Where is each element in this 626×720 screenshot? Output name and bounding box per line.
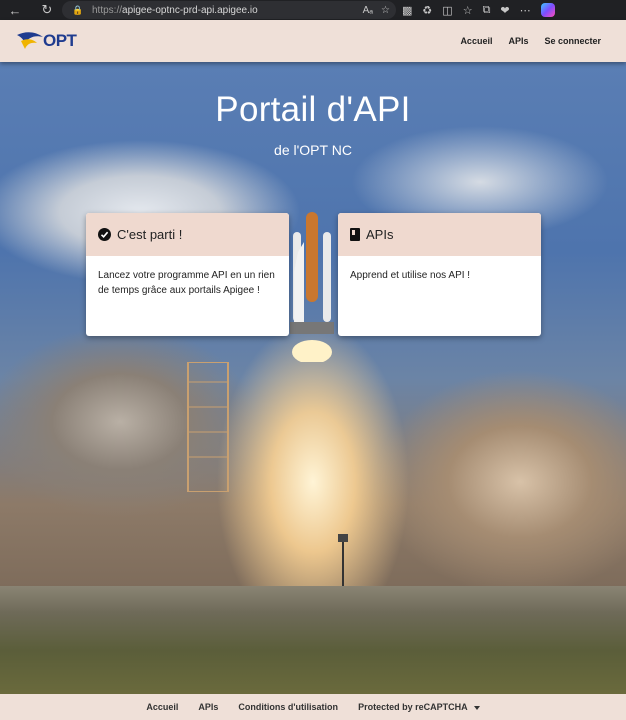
performance-icon[interactable]: ❤ — [500, 4, 509, 17]
favorites-bar-icon[interactable]: ☆ — [463, 4, 473, 17]
logo-text: OPT — [43, 31, 77, 50]
recaptcha-toggle[interactable]: Protected by reCAPTCHA — [358, 702, 480, 712]
card-body: Apprend et utilise nos API ! — [350, 270, 471, 281]
space-shuttle-image — [290, 212, 334, 362]
opt-logo[interactable]: OPT — [15, 29, 83, 55]
url-host: apigee-optnc-prd-api.apigee.io — [122, 4, 258, 16]
light-pole-image — [338, 534, 348, 594]
nav-accueil[interactable]: Accueil — [460, 36, 492, 46]
favorite-icon[interactable]: ☆ — [381, 5, 390, 16]
site-footer: Accueil APIs Conditions d'utilisation Pr… — [0, 694, 626, 720]
launch-pad-ground — [0, 586, 626, 694]
card-title[interactable]: APIs — [366, 227, 393, 242]
footer-link-accueil[interactable]: Accueil — [146, 702, 178, 712]
card-header: APIs — [338, 213, 541, 256]
card-apis[interactable]: APIs Apprend et utilise nos API ! — [338, 213, 541, 336]
card-header: C'est parti ! — [86, 213, 289, 256]
lock-icon[interactable]: 🔒 — [72, 5, 86, 16]
recaptcha-label: Protected by reCAPTCHA — [358, 702, 468, 712]
nav-apis[interactable]: APIs — [508, 36, 528, 46]
browser-toolbar: ← ↻ 🔒 https://apigee-optnc-prd-api.apige… — [0, 0, 626, 20]
site-header: OPT Accueil APIs Se connecter — [0, 20, 626, 62]
launch-tower-image — [187, 362, 229, 492]
bird-logo-icon — [17, 32, 43, 49]
main-nav: Accueil APIs Se connecter — [460, 20, 601, 62]
footer-link-apis[interactable]: APIs — [198, 702, 218, 712]
card-title[interactable]: C'est parti ! — [117, 227, 182, 242]
qr-icon[interactable]: ▩ — [402, 4, 412, 17]
extensions-icon[interactable]: ♻ — [422, 4, 432, 17]
url-text: https://apigee-optnc-prd-api.apigee.io — [92, 5, 258, 16]
split-screen-icon[interactable]: ◫ — [442, 4, 452, 17]
copilot-icon[interactable] — [540, 3, 555, 17]
book-icon — [350, 228, 360, 241]
hero-subtitle: de l'OPT NC — [274, 142, 352, 158]
caret-down-icon — [473, 705, 480, 710]
card-body: Lancez votre programme API en un rien de… — [98, 270, 275, 296]
check-circle-icon — [98, 228, 111, 241]
more-icon[interactable]: ⋯ — [520, 4, 531, 17]
back-icon[interactable]: ← — [4, 0, 26, 20]
card-getting-started[interactable]: C'est parti ! Lancez votre programme API… — [86, 213, 289, 336]
url-protocol: https:// — [92, 4, 123, 16]
hero-title: Portail d'API — [215, 90, 411, 129]
read-aloud-icon[interactable]: Aₐ — [363, 5, 373, 16]
collections-icon[interactable]: ⧉ — [483, 4, 491, 17]
nav-se-connecter[interactable]: Se connecter — [544, 36, 601, 46]
footer-link-conditions[interactable]: Conditions d'utilisation — [238, 702, 338, 712]
address-bar[interactable]: 🔒 https://apigee-optnc-prd-api.apigee.io… — [62, 1, 396, 19]
refresh-icon[interactable]: ↻ — [36, 0, 58, 20]
